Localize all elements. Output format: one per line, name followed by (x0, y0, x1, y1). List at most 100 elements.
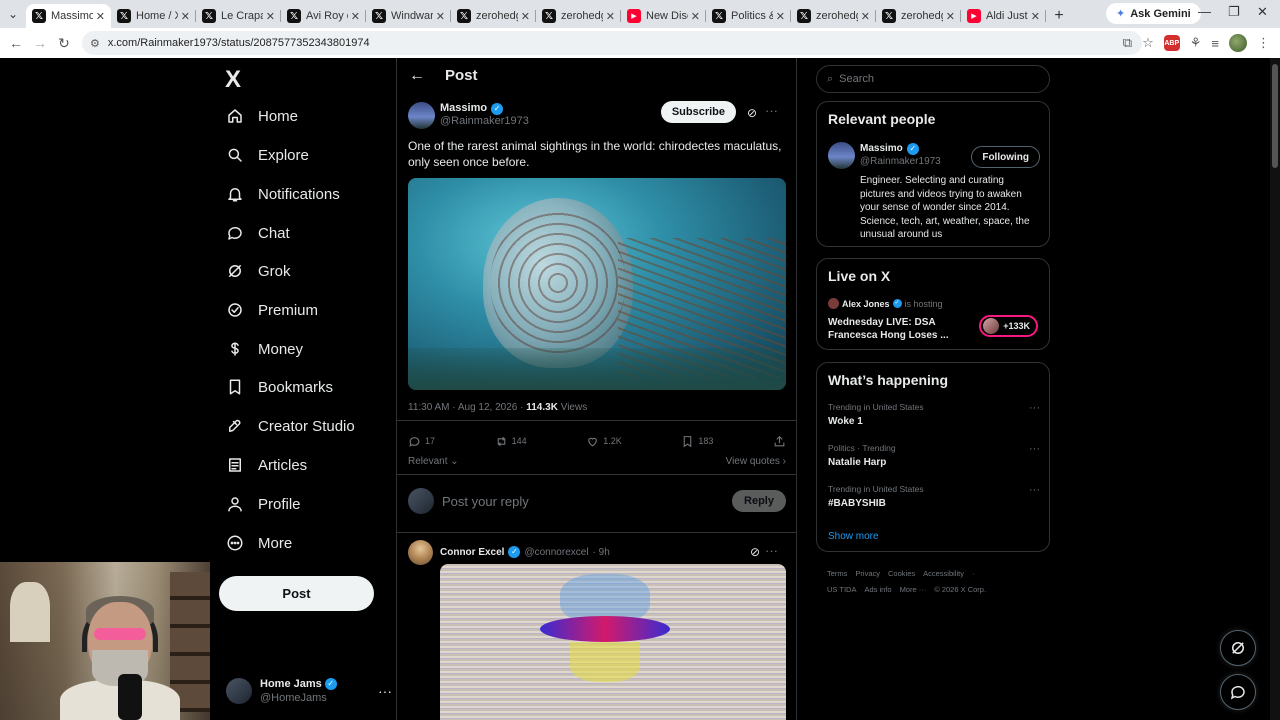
tab-close-icon[interactable]: ✕ (946, 10, 955, 23)
browser-tab[interactable]: 𝕏zerohedge✕ (536, 4, 621, 28)
trend-item[interactable]: Politics · Trending Natalie Harp ··· (828, 443, 1040, 468)
browser-tab[interactable]: ▶ Aldi Just D✕ (961, 4, 1046, 28)
page-scrollbar[interactable] (1270, 58, 1280, 720)
reply-media[interactable] (440, 564, 786, 720)
author-name[interactable]: Massimo (440, 102, 487, 115)
tab-close-icon[interactable]: ✕ (436, 10, 445, 23)
nav-item-more[interactable]: More (226, 528, 292, 558)
following-button[interactable]: Following (971, 146, 1040, 168)
site-info-icon[interactable]: ⚙ (90, 37, 100, 50)
adblock-extension-icon[interactable]: ABP (1163, 35, 1180, 51)
tab-close-icon[interactable]: ✕ (181, 10, 190, 23)
show-more-link[interactable]: Show more (828, 531, 879, 542)
share-action[interactable] (773, 432, 786, 450)
footer-link[interactable]: Ads info (864, 585, 891, 594)
nav-item-explore[interactable]: Explore (226, 140, 309, 170)
live-listener-count[interactable]: +133K (979, 315, 1038, 337)
browser-tab[interactable]: 𝕏zerohedge✕ (791, 4, 876, 28)
post-video[interactable] (408, 178, 786, 390)
browser-tab[interactable]: 𝕏 Massimo on X✕ (26, 4, 111, 28)
tab-close-icon[interactable]: ✕ (776, 10, 785, 23)
nav-item-home[interactable]: Home (226, 101, 298, 131)
extensions-icon[interactable]: ⚘ (1190, 35, 1202, 51)
live-event-title[interactable]: Wednesday LIVE: DSA Francesca Hong Loses… (828, 316, 968, 342)
browser-tab[interactable]: 𝕏 Windward✕ (366, 4, 451, 28)
browser-tab[interactable]: 𝕏zerohedge✕ (451, 4, 536, 28)
more-horizontal-icon[interactable]: ··· (765, 103, 778, 118)
more-horizontal-icon[interactable]: ··· (765, 543, 778, 558)
tab-close-icon[interactable]: ✕ (606, 10, 615, 23)
browser-tab[interactable]: ▶ New Disco✕ (621, 4, 706, 28)
avatar[interactable] (408, 539, 433, 565)
nav-item-chat[interactable]: Chat (226, 218, 290, 248)
browser-tab[interactable]: 𝕏 Avi Roy on X✕ (281, 4, 366, 28)
more-horizontal-icon[interactable]: ··· (1029, 443, 1040, 455)
reload-button[interactable]: ↻ (52, 35, 76, 52)
profile-avatar[interactable] (1229, 34, 1247, 52)
install-app-icon[interactable]: ⧉ (1123, 35, 1132, 51)
subscribe-button[interactable]: Subscribe (660, 101, 736, 123)
reply-action[interactable]: 17 (408, 432, 435, 450)
back-arrow-icon[interactable]: ← (409, 67, 425, 85)
avatar[interactable] (828, 142, 855, 169)
bookmark-action[interactable]: 183 (681, 432, 713, 450)
sort-dropdown[interactable]: Relevant ⌄ (408, 456, 459, 467)
footer-link[interactable]: Privacy (855, 569, 880, 578)
trend-item[interactable]: Trending in United States Woke 1 ··· (828, 402, 1040, 427)
avatar[interactable] (408, 101, 435, 129)
footer-link[interactable]: © 2026 X Corp. (934, 585, 986, 594)
reply-item[interactable]: Connor Excel ✓ @connorexcel · 9h ⊘ ··· (408, 539, 786, 565)
x-logo[interactable]: X (225, 66, 241, 94)
more-horizontal-icon[interactable]: ··· (378, 683, 392, 699)
tab-close-icon[interactable]: ✕ (521, 10, 530, 23)
post-timestamp[interactable]: 11:30 AM · Aug 12, 2026 · (408, 402, 523, 413)
messages-fab[interactable] (1220, 674, 1256, 710)
relevant-person[interactable]: Massimo ✓ @Rainmaker1973 Following (828, 142, 1040, 169)
tab-close-icon[interactable]: ✕ (266, 10, 275, 23)
browser-tab[interactable]: 𝕏 Le Crapaud✕ (196, 4, 281, 28)
nav-item-notifications[interactable]: Notifications (226, 179, 340, 209)
trend-item[interactable]: Trending in United States #BABYSHIB ··· (828, 484, 1040, 509)
reply-author-handle[interactable]: @connorexcel (524, 547, 588, 558)
footer-link[interactable]: · (972, 569, 975, 578)
footer-link[interactable]: US TIDA (827, 585, 856, 594)
more-horizontal-icon[interactable]: ··· (1029, 402, 1040, 414)
nav-item-bookmarks[interactable]: Bookmarks (226, 372, 333, 402)
view-quotes-link[interactable]: View quotes › (726, 456, 786, 467)
author-handle[interactable]: @Rainmaker1973 (440, 115, 529, 128)
like-action[interactable]: 1.2K (586, 432, 622, 450)
tab-close-icon[interactable]: ✕ (351, 10, 360, 23)
restore-button[interactable]: ❐ (1228, 4, 1240, 20)
reply-button[interactable]: Reply (732, 490, 786, 512)
browser-menu-icon[interactable]: ⋮ (1257, 35, 1270, 51)
more-horizontal-icon[interactable]: ··· (1029, 484, 1040, 496)
new-tab-button[interactable]: + (1046, 4, 1072, 28)
footer-link[interactable]: Cookies (888, 569, 915, 578)
footer-link[interactable]: More ··· (900, 585, 927, 594)
repost-action[interactable]: 144 (495, 432, 527, 450)
nav-item-articles[interactable]: Articles (226, 450, 307, 480)
footer-link[interactable]: Terms (827, 569, 847, 578)
browser-tab[interactable]: 𝕏zerohedge✕ (876, 4, 961, 28)
nav-item-money[interactable]: Money (226, 334, 303, 364)
minimize-button[interactable]: — (1198, 4, 1211, 19)
close-window-button[interactable]: ✕ (1257, 4, 1268, 20)
reply-author-name[interactable]: Connor Excel (440, 547, 504, 558)
tab-close-icon[interactable]: ✕ (1031, 10, 1040, 23)
search-box[interactable]: ⌕ (816, 65, 1050, 93)
reading-list-icon[interactable]: ≡ (1211, 36, 1219, 51)
person-handle[interactable]: @Rainmaker1973 (860, 155, 941, 168)
bookmark-star-icon[interactable]: ☆ (1142, 35, 1154, 51)
back-button[interactable]: ← (4, 35, 28, 51)
browser-tab[interactable]: 𝕏 Politics & ✕ (706, 4, 791, 28)
nav-item-premium[interactable]: Premium (226, 295, 318, 325)
forward-button[interactable]: → (28, 35, 52, 51)
ask-gemini-button[interactable]: ✦ Ask Gemini (1106, 3, 1201, 24)
tab-close-icon[interactable]: ✕ (691, 10, 700, 23)
grok-fab[interactable] (1220, 630, 1256, 666)
tab-close-icon[interactable]: ✕ (861, 10, 870, 23)
nav-item-grok[interactable]: Grok (226, 256, 291, 286)
account-switcher[interactable]: Home Jams ✓ @HomeJams ··· (226, 674, 392, 708)
live-host[interactable]: Alex Jones ✓ is hosting (828, 298, 943, 309)
search-input[interactable] (839, 73, 1020, 85)
